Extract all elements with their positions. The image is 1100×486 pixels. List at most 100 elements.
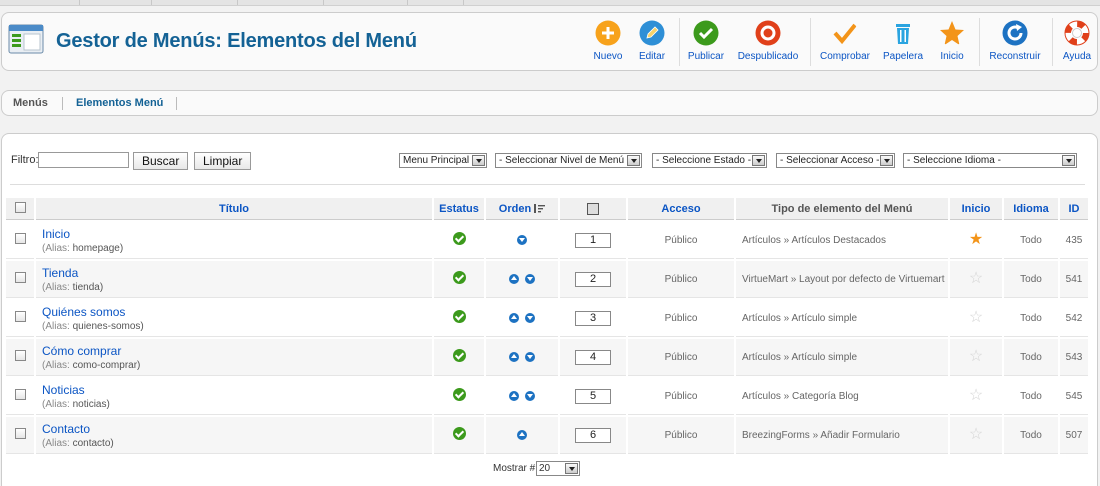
home-star-empty-icon[interactable]: ☆ [969, 348, 983, 365]
published-icon[interactable] [452, 349, 466, 362]
published-icon[interactable] [452, 271, 466, 284]
submenu-bar: Menús Elementos Menú [1, 90, 1098, 116]
order-column-header[interactable]: Orden [486, 198, 558, 220]
filter-input[interactable] [38, 152, 129, 168]
order-input[interactable]: 1 [575, 232, 611, 248]
row-home-cell: ☆ [950, 339, 1002, 376]
item-alias: (Alias: homepage) [42, 243, 432, 254]
order-input[interactable]: 5 [575, 388, 611, 404]
move-down-icon[interactable] [517, 234, 527, 245]
publish-button[interactable]: Publicar [686, 20, 726, 70]
row-order-arrows-cell [486, 222, 558, 259]
save-order-icon[interactable] [587, 202, 599, 215]
move-up-icon[interactable] [509, 390, 519, 401]
move-down-icon[interactable] [525, 390, 535, 401]
order-input[interactable]: 4 [575, 349, 611, 365]
row-checkbox[interactable] [14, 233, 26, 244]
order-input[interactable]: 3 [575, 310, 611, 326]
new-button[interactable]: Nuevo [591, 20, 625, 70]
move-down-icon[interactable] [525, 351, 535, 362]
menu-items-table: Título Estatus Orden Acceso Tipo de elem… [4, 196, 1090, 456]
trash-button[interactable]: Papelera [882, 20, 924, 70]
item-title-link[interactable]: Inicio [42, 227, 432, 241]
rebuild-button[interactable]: Reconstruir [987, 20, 1043, 70]
alias-value: noticias) [72, 398, 110, 410]
published-icon[interactable] [452, 232, 466, 245]
order-input[interactable]: 6 [575, 427, 611, 443]
help-button[interactable]: Ayuda [1060, 20, 1094, 70]
access-select[interactable]: - Seleccionar Acceso - [776, 153, 895, 168]
row-language-cell: Todo [1004, 300, 1058, 337]
pagination-limit-select[interactable]: 20 [536, 461, 580, 476]
published-icon[interactable] [452, 310, 466, 323]
submenu-item-menus[interactable]: Menús [13, 97, 48, 109]
check-in-button[interactable]: Comprobar [818, 20, 872, 70]
row-checkbox[interactable] [14, 389, 26, 400]
home-star-empty-icon[interactable]: ☆ [969, 309, 983, 326]
menu-select[interactable]: Menu Principal [399, 153, 487, 168]
move-down-icon[interactable] [525, 273, 535, 284]
item-title-link[interactable]: Tienda [42, 266, 432, 280]
published-icon[interactable] [452, 388, 466, 401]
row-language-cell: Todo [1004, 222, 1058, 259]
home-star-icon[interactable]: ★ [969, 231, 983, 248]
home-star-empty-icon[interactable]: ☆ [969, 387, 983, 404]
home-star-empty-icon[interactable]: ☆ [969, 426, 983, 443]
order-input[interactable]: 2 [575, 271, 611, 287]
row-type-cell: Artículos » Categoría Blog [736, 378, 948, 415]
row-checkbox[interactable] [14, 272, 26, 283]
item-title-link[interactable]: Contacto [42, 422, 432, 436]
submenu-item-menu-items[interactable]: Elementos Menú [76, 97, 163, 109]
chevron-down-icon [880, 155, 893, 166]
submenu-separator [62, 97, 63, 110]
item-title-link[interactable]: Cómo comprar [42, 344, 432, 358]
alias-value: como-comprar) [72, 359, 141, 371]
search-button[interactable]: Buscar [133, 152, 189, 170]
row-access-cell: Público [628, 261, 734, 298]
item-title-link[interactable]: Noticias [42, 383, 432, 397]
row-title-cell: Noticias (Alias: noticias) [36, 378, 432, 415]
select-all-checkbox[interactable] [14, 201, 26, 213]
move-up-icon[interactable] [509, 273, 519, 284]
item-title-link[interactable]: Quiénes somos [42, 305, 432, 319]
select-all-header [6, 198, 34, 220]
move-up-icon[interactable] [517, 429, 527, 440]
table-row: Quiénes somos (Alias: quienes-somos) 3 Públ… [6, 300, 1088, 337]
move-up-icon[interactable] [509, 312, 519, 323]
pencil-icon [639, 20, 665, 46]
id-column-header[interactable]: ID [1060, 198, 1088, 220]
clear-button[interactable]: Limpiar [194, 152, 252, 170]
language-select-value: - Seleccione Idioma - [907, 155, 1001, 166]
state-select[interactable]: - Seleccione Estado - [652, 153, 767, 168]
home-button[interactable]: Inicio [936, 20, 968, 70]
row-checkbox[interactable] [14, 350, 26, 361]
row-type-cell: Artículos » Artículo simple [736, 300, 948, 337]
title-column-header[interactable]: Título [36, 198, 432, 220]
row-checkbox[interactable] [14, 428, 26, 439]
access-column-header[interactable]: Acceso [628, 198, 734, 220]
alias-label: (Alias: [42, 242, 70, 254]
row-home-cell: ☆ [950, 378, 1002, 415]
row-id-cell: 435 [1060, 222, 1088, 259]
unpublish-button[interactable]: Despublicado [736, 20, 800, 70]
home-star-empty-icon[interactable]: ☆ [969, 270, 983, 287]
row-select-cell [6, 378, 34, 415]
filter-label: Filtro: [11, 154, 39, 166]
move-down-icon[interactable] [525, 312, 535, 323]
chevron-down-icon [752, 155, 765, 166]
level-select[interactable]: - Seleccionar Nivel de Menú - [495, 153, 642, 168]
row-select-cell [6, 222, 34, 259]
sort-icon [534, 204, 546, 214]
home-column-header[interactable]: Inicio [950, 198, 1002, 220]
chevron-down-icon [1062, 155, 1075, 166]
language-column-header[interactable]: Idioma [1004, 198, 1058, 220]
type-column-header: Tipo de elemento del Menú [736, 198, 948, 220]
language-select[interactable]: - Seleccione Idioma - [903, 153, 1077, 168]
chevron-down-icon [627, 155, 640, 166]
edit-button[interactable]: Editar [635, 20, 669, 70]
move-up-icon[interactable] [509, 351, 519, 362]
status-column-header[interactable]: Estatus [434, 198, 484, 220]
row-access-cell: Público [628, 417, 734, 454]
row-checkbox[interactable] [14, 311, 26, 322]
published-icon[interactable] [452, 427, 466, 440]
